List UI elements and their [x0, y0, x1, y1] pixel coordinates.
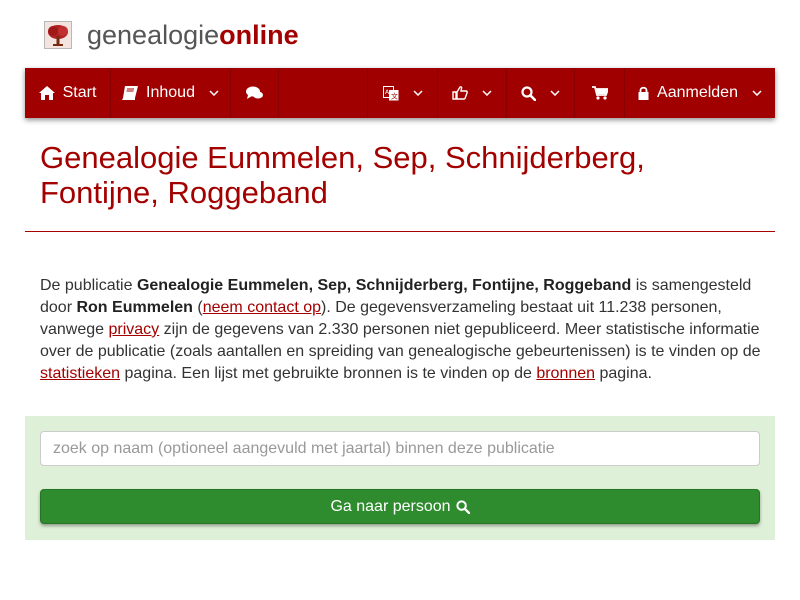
desc-text-3: ( [192, 299, 203, 316]
translate-icon: A文 [382, 85, 399, 101]
nav-language[interactable]: A文 [368, 68, 438, 118]
person-search-input[interactable] [40, 431, 760, 466]
site-logo[interactable]: genealogieonline [44, 18, 299, 52]
nav-like[interactable] [438, 68, 507, 118]
nav-inhoud[interactable]: Inhoud [111, 68, 231, 118]
author-name: Ron Eummelen [76, 299, 193, 316]
chevron-down-icon [209, 90, 219, 96]
main-navbar: Start Inhoud A文 Aanmelden [25, 68, 775, 118]
home-icon [38, 86, 55, 100]
book-icon [122, 86, 139, 100]
lock-icon [638, 86, 649, 100]
nav-forum[interactable] [231, 68, 279, 118]
title-divider [25, 231, 775, 232]
nav-start-label: Start [62, 84, 97, 101]
search-icon [521, 85, 536, 101]
page-title: Genealogie Eummelen, Sep, Schnijderberg,… [40, 140, 645, 210]
chevron-down-icon [550, 90, 560, 96]
desc-text-1: De publicatie [40, 277, 137, 294]
statistics-link[interactable]: statistieken [40, 365, 120, 382]
nav-login-label: Aanmelden [657, 84, 738, 101]
publication-description: De publicatie Genealogie Eummelen, Sep, … [40, 275, 765, 385]
nav-spacer [279, 68, 368, 118]
thumbs-up-icon [452, 86, 468, 100]
chevron-down-icon [412, 90, 423, 96]
search-icon [455, 499, 470, 514]
logo-wordmark: genealogieonline [87, 20, 299, 51]
shopping-cart-icon [591, 86, 608, 100]
chevron-down-icon [482, 90, 492, 96]
nav-start[interactable]: Start [25, 68, 111, 118]
contact-link[interactable]: neem contact op [203, 299, 321, 316]
go-to-person-button[interactable]: Ga naar persoon [40, 489, 760, 524]
nav-login[interactable]: Aanmelden [625, 68, 775, 118]
desc-text-6: pagina. Een lijst met gebruikte bronnen … [120, 365, 537, 382]
logo-text-accent: online [219, 19, 299, 50]
chevron-down-icon [752, 90, 762, 96]
nav-inhoud-label: Inhoud [146, 84, 195, 101]
tree-icon [44, 21, 72, 49]
person-search-panel: Ga naar persoon [25, 416, 775, 540]
go-to-person-label: Ga naar persoon [330, 497, 451, 515]
nav-cart[interactable] [575, 68, 625, 118]
comments-icon [246, 86, 263, 100]
privacy-link[interactable]: privacy [109, 321, 160, 338]
nav-search[interactable] [507, 68, 575, 118]
publication-name: Genealogie Eummelen, Sep, Schnijderberg,… [136, 277, 632, 294]
desc-text-7: pagina. [595, 365, 652, 382]
sources-link[interactable]: bronnen [536, 365, 595, 382]
logo-text-plain: genealogie [87, 19, 220, 50]
svg-text:文: 文 [391, 91, 398, 100]
